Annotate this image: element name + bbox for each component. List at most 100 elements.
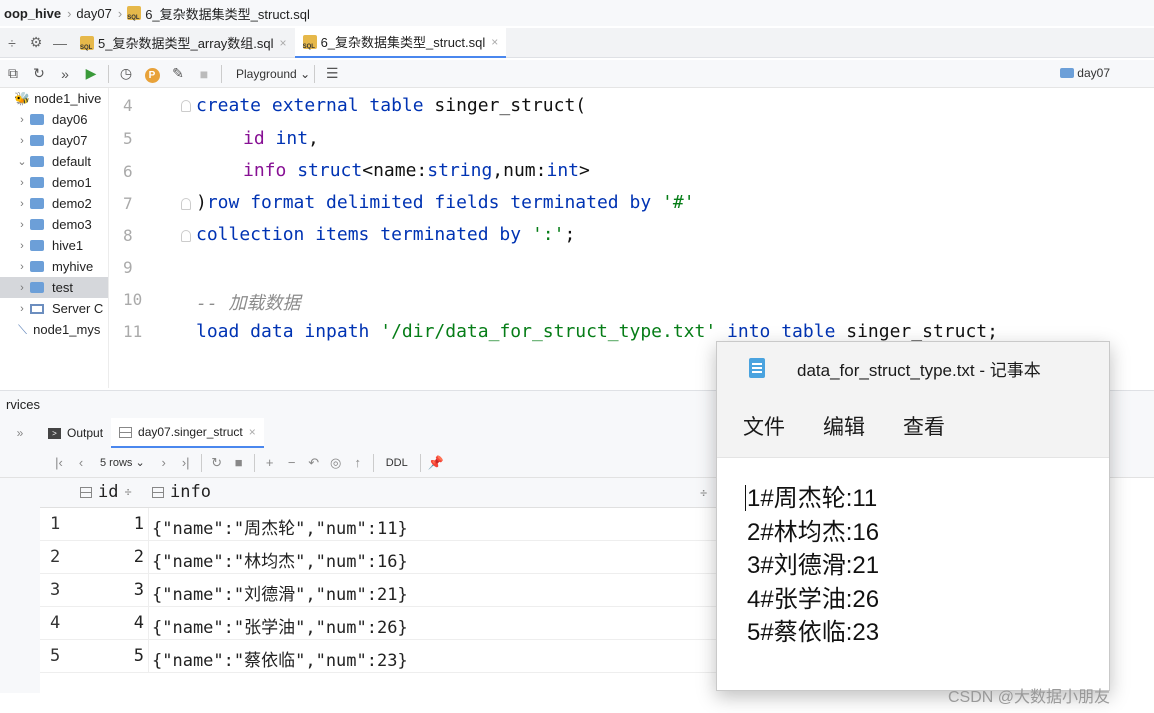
close-icon[interactable]: × (249, 425, 256, 439)
text-line: 4#张学油:26 (747, 585, 880, 613)
tree-item-demo3[interactable]: › demo3 (0, 214, 108, 235)
more-icon[interactable]: » (52, 66, 78, 82)
add-row-icon[interactable]: + (259, 455, 281, 470)
schema-icon (30, 261, 44, 272)
first-page-icon[interactable]: |‹ (48, 455, 70, 470)
tree-root-node1-hive[interactable]: 🐝 node1_hive (0, 88, 108, 109)
profile-icon: P (144, 67, 160, 83)
chevron-right-icon[interactable]: › (14, 198, 30, 210)
stop-button[interactable]: ■ (191, 66, 217, 82)
sort-icon[interactable]: ÷ (700, 486, 707, 500)
prev-page-icon[interactable]: ‹ (70, 455, 92, 470)
chevron-right-icon[interactable]: › (14, 177, 30, 189)
fold-marker-icon[interactable] (181, 230, 191, 242)
chevron-right-icon[interactable]: › (14, 135, 30, 147)
rows-count-select[interactable]: 5 rows ⌄ (100, 456, 145, 469)
tab-array-sql[interactable]: 5_复杂数据类型_array数组.sql × (72, 28, 295, 58)
column-header-info[interactable]: info (152, 482, 211, 502)
sql-file-icon (80, 35, 94, 51)
sql-file-icon (302, 34, 317, 50)
notepad-text-area[interactable]: 1#周杰轮:11 2#林均杰:16 3#刘德滑:21 4#张学油:26 5#蔡依… (747, 482, 879, 650)
code-line-11: load data inpath '/dir/data_for_struct_t… (196, 321, 998, 342)
column-icon (80, 486, 92, 498)
execute-button[interactable]: ▶ (78, 65, 104, 82)
playground-select[interactable]: Playground ⌄ (236, 67, 310, 81)
chevron-down-icon: ⌄ (300, 66, 311, 81)
delete-row-icon[interactable]: − (281, 455, 303, 470)
chevron-right-icon[interactable]: › (14, 282, 30, 294)
tree-item-server[interactable]: › Server C (0, 298, 108, 319)
stop-icon[interactable]: ■ (228, 455, 250, 470)
tree-item-day06[interactable]: › day06 (0, 109, 108, 130)
notepad-icon (749, 358, 765, 378)
notepad-titlebar[interactable]: data_for_struct_type.txt - 记事本 (717, 342, 1109, 394)
menu-file[interactable]: 文件 (743, 411, 785, 441)
tree-item-hive1[interactable]: › hive1 (0, 235, 108, 256)
next-page-icon[interactable]: › (153, 455, 175, 470)
tree-item-demo2[interactable]: › demo2 (0, 193, 108, 214)
copy-icon[interactable]: ⧉ (0, 65, 26, 82)
minimize-icon[interactable]: — (48, 35, 72, 51)
refresh-icon[interactable]: ↻ (26, 65, 52, 82)
tab-label: 5_复杂数据类型_array数组.sql (98, 36, 274, 51)
table-row[interactable]: 3 3 {"name":"刘德滑","num":21} (40, 574, 720, 607)
toolbar-divider (372, 453, 374, 472)
tree-item-demo1[interactable]: › demo1 (0, 172, 108, 193)
toolbar-divider (221, 64, 222, 83)
history-icon[interactable]: ◷ (113, 65, 139, 82)
table-row[interactable]: 5 5 {"name":"蔡依临","num":23} (40, 640, 720, 673)
profile-button[interactable]: P (139, 65, 165, 83)
pin-icon[interactable]: 📌 (425, 455, 447, 471)
tree-item-myhive[interactable]: › myhive (0, 256, 108, 277)
submit-icon[interactable]: ↑ (347, 455, 369, 470)
code-line-8: collection items terminated by ':'; (196, 224, 576, 245)
layout-icon[interactable]: ☰ (319, 65, 345, 82)
tree-root-node1-mysql[interactable]: ⟍ node1_mys (0, 319, 108, 340)
chevron-right-icon[interactable]: › (14, 219, 30, 231)
column-header-id[interactable]: id ÷ (80, 482, 132, 502)
expand-icon[interactable]: » (0, 426, 40, 440)
breadcrumb-folder[interactable]: day07 (76, 6, 111, 21)
editor-toolbar: ⧉ ↻ » ▶ ◷ P ✎ ■ Playground ⌄ ☰ day07 (0, 60, 1154, 88)
tree-item-default[interactable]: ⌄ default (0, 151, 108, 172)
code-line-6: info struct<name:string,num:int> (243, 160, 590, 181)
gear-icon[interactable]: ⚙ (24, 34, 48, 51)
server-icon (30, 303, 44, 314)
close-icon[interactable]: × (280, 36, 287, 50)
schema-selector[interactable]: day07 (1060, 66, 1110, 80)
menu-edit[interactable]: 编辑 (823, 411, 865, 441)
menu-view[interactable]: 查看 (903, 411, 945, 441)
split-icon[interactable]: ÷ (0, 35, 24, 51)
last-page-icon[interactable]: ›| (175, 455, 197, 470)
ddl-button[interactable]: DDL (386, 457, 408, 469)
table-row[interactable]: 1 1 {"name":"周杰轮","num":11} (40, 508, 720, 541)
table-row[interactable]: 2 2 {"name":"林均杰","num":16} (40, 541, 720, 574)
chevron-right-icon: › (67, 5, 72, 21)
close-icon[interactable]: × (491, 35, 498, 49)
wrench-icon[interactable]: ✎ (165, 65, 191, 82)
revert-icon[interactable]: ↶ (303, 455, 325, 471)
tree-item-day07[interactable]: › day07 (0, 130, 108, 151)
mysql-icon: ⟍ (18, 321, 28, 337)
code-line-10: -- 加载数据 (196, 293, 301, 314)
line-number: 9 (123, 258, 133, 277)
chevron-right-icon[interactable]: › (14, 261, 30, 273)
chevron-down-icon[interactable]: ⌄ (14, 155, 30, 168)
chevron-right-icon[interactable]: › (14, 114, 30, 126)
tree-item-test[interactable]: › test (0, 277, 108, 298)
tab-output[interactable]: > Output (40, 418, 111, 448)
chevron-right-icon[interactable]: › (14, 240, 30, 252)
watermark: CSDN @大数据小朋友 (948, 689, 1111, 706)
breadcrumb-file[interactable]: 6_复杂数据集类型_struct.sql (145, 4, 310, 23)
fold-marker-icon[interactable] (181, 100, 191, 112)
fold-marker-icon[interactable] (181, 198, 191, 210)
preview-icon[interactable]: ◎ (325, 455, 347, 471)
chevron-right-icon[interactable]: › (14, 303, 30, 315)
breadcrumb-project[interactable]: oop_hive (4, 6, 61, 21)
refresh-icon[interactable]: ↻ (206, 455, 228, 471)
tab-struct-sql[interactable]: 6_复杂数据集类型_struct.sql × (294, 27, 507, 58)
tab-result-singer-struct[interactable]: day07.singer_struct × (111, 418, 264, 448)
table-row[interactable]: 4 4 {"name":"张学油","num":26} (40, 607, 720, 640)
sort-icon[interactable]: ÷ (124, 485, 131, 499)
chevron-right-icon: › (117, 5, 123, 21)
